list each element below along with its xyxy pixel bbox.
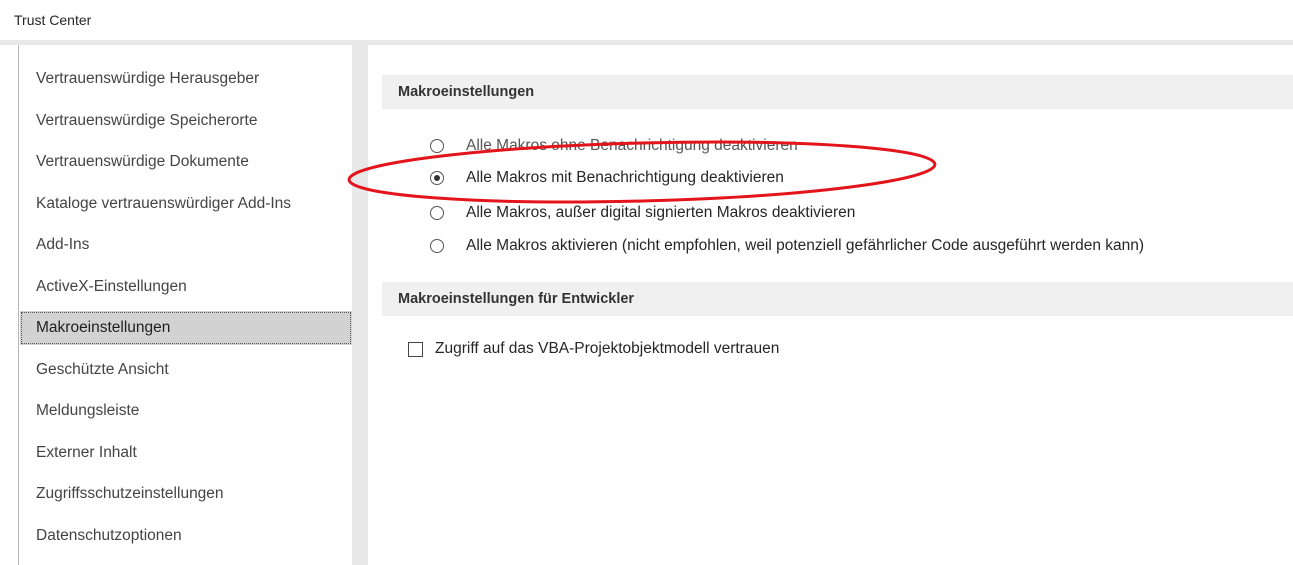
sidebar-item-message-bar[interactable]: Meldungsleiste bbox=[20, 394, 352, 428]
option-label-disable-with-notification[interactable]: Alle Makros mit Benachrichtigung deaktiv… bbox=[466, 167, 784, 189]
vba-access-label[interactable]: Zugriff auf das VBA-Projektobjektmodell … bbox=[435, 338, 779, 360]
window-title: Trust Center bbox=[14, 12, 92, 28]
radio-enable-all-macros[interactable] bbox=[430, 239, 444, 253]
sidebar-item-trusted-publishers[interactable]: Vertrauenswürdige Herausgeber bbox=[20, 62, 352, 96]
sidebar-item-protected-view[interactable]: Geschützte Ansicht bbox=[20, 353, 352, 387]
panel-divider bbox=[352, 45, 368, 565]
radio-disable-except-signed[interactable] bbox=[430, 206, 444, 220]
option-label-disable-without-notification[interactable]: Alle Makros ohne Benachrichtigung deakti… bbox=[466, 135, 798, 157]
sidebar-item-addins[interactable]: Add-Ins bbox=[20, 228, 352, 262]
macro-settings-header: Makroeinstellungen bbox=[382, 75, 1293, 109]
sidebar-item-privacy-options[interactable]: Datenschutzoptionen bbox=[20, 519, 352, 553]
sidebar-nav: Vertrauenswürdige Herausgeber Vertrauens… bbox=[18, 45, 354, 565]
vba-access-checkbox[interactable] bbox=[408, 342, 423, 357]
developer-settings-header: Makroeinstellungen für Entwickler bbox=[382, 282, 1293, 316]
sidebar-item-trusted-locations[interactable]: Vertrauenswürdige Speicherorte bbox=[20, 104, 352, 138]
radio-disable-with-notification[interactable] bbox=[430, 171, 444, 185]
sidebar-item-file-block-settings[interactable]: Zugriffsschutzeinstellungen bbox=[20, 477, 352, 511]
sidebar-item-trusted-addin-catalogs[interactable]: Kataloge vertrauenswürdiger Add-Ins bbox=[20, 187, 352, 221]
radio-disable-without-notification[interactable] bbox=[430, 139, 444, 153]
sidebar-item-external-content[interactable]: Externer Inhalt bbox=[20, 436, 352, 470]
option-label-enable-all-macros[interactable]: Alle Makros aktivieren (nicht empfohlen,… bbox=[466, 235, 1144, 257]
option-label-disable-except-signed[interactable]: Alle Makros, außer digital signierten Ma… bbox=[466, 202, 855, 224]
sidebar-item-macro-settings[interactable]: Makroeinstellungen bbox=[20, 311, 352, 345]
content-panel: Makroeinstellungen Alle Makros ohne Bena… bbox=[368, 45, 1293, 565]
sidebar-item-activex-settings[interactable]: ActiveX-Einstellungen bbox=[20, 270, 352, 304]
sidebar-item-trusted-documents[interactable]: Vertrauenswürdige Dokumente bbox=[20, 145, 352, 179]
